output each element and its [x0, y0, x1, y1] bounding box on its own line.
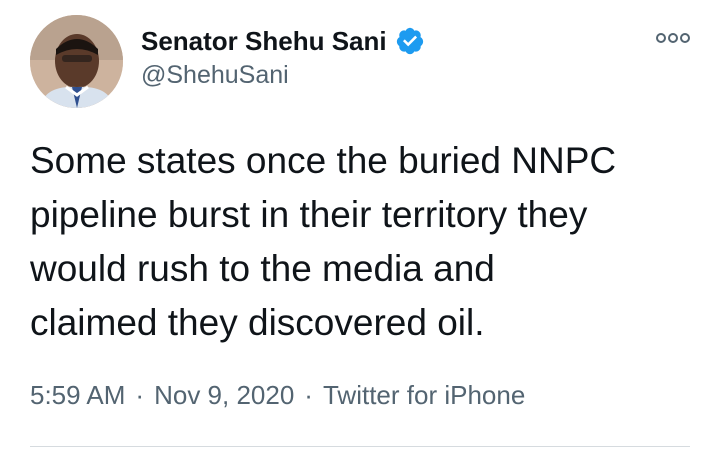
avatar-image [30, 15, 123, 108]
divider [30, 446, 690, 447]
tweet-date[interactable]: Nov 9, 2020 [154, 380, 294, 411]
user-handle[interactable]: @ShehuSani [141, 61, 289, 90]
avatar[interactable] [30, 15, 123, 108]
more-options-icon[interactable] [656, 31, 690, 45]
verified-badge-icon [395, 26, 425, 56]
separator-dot: · [135, 380, 145, 410]
tweet-text: Some states once the buried NNPC pipelin… [30, 140, 617, 343]
tweet-metadata: 5:59 AM · Nov 9, 2020 · Twitter for iPho… [30, 380, 525, 411]
author-name-row: Senator Shehu Sani [141, 22, 425, 60]
separator-dot: · [304, 380, 313, 410]
tweet-source[interactable]: Twitter for iPhone [323, 380, 525, 411]
display-name[interactable]: Senator Shehu Sani [141, 26, 387, 57]
tweet-card: Senator Shehu Sani @ShehuSani Some state… [0, 0, 719, 466]
tweet-time[interactable]: 5:59 AM [30, 380, 125, 411]
